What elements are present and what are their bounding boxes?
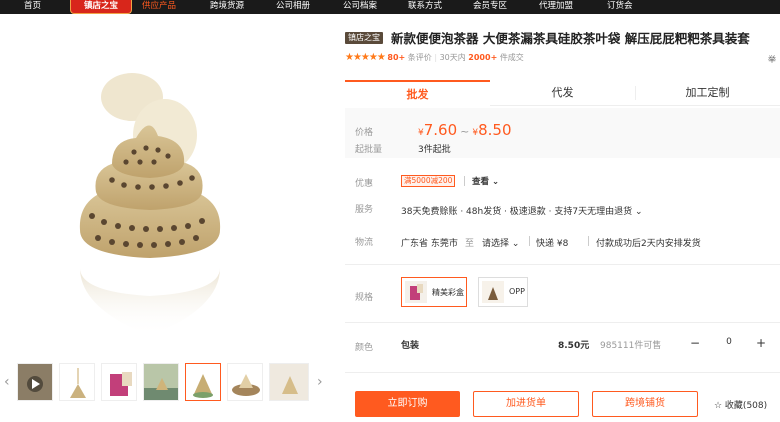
price-max: 8.50 [478, 121, 512, 139]
moq-label: 起批量 [355, 145, 383, 155]
rating-stars-icon: ★★★★★ [345, 52, 386, 63]
logistics-divider-2 [588, 236, 589, 246]
sales-label: 件成交 [499, 53, 524, 62]
price-panel [345, 108, 780, 158]
moq-value: 3件起批 [418, 145, 451, 155]
thumbnail-2[interactable] [59, 363, 95, 401]
product-rating: ★★★★★ 80+ 条评价 | 30天内 2000+ 件成交 [345, 52, 524, 63]
spec-opp-image [482, 281, 504, 303]
nav-member[interactable]: 会员专区 [473, 0, 507, 14]
divider [345, 372, 780, 373]
variant-price: 8.50元 [558, 341, 590, 351]
nav-agency[interactable]: 代理加盟 [539, 0, 573, 14]
logistics-label: 物流 [355, 238, 374, 248]
video-play-icon [18, 364, 52, 400]
cross-border-button[interactable]: 跨境铺货 [592, 391, 698, 417]
logistics-from: 广东省 东莞市 [401, 239, 458, 249]
top-nav: 首页 镇店之宝 供应产品 跨境货源 公司相册 公司档案 联系方式 会员专区 代理… [0, 0, 780, 14]
quantity-increase-button[interactable]: + [754, 336, 768, 350]
thumbnail-6[interactable] [227, 363, 263, 401]
product-title: 新款便便泡茶器 大便茶漏茶具硅胶茶叶袋 解压屁屁粑粑茶具装套 [391, 31, 750, 46]
nav-company-profile[interactable]: 公司档案 [343, 0, 377, 14]
variant-stock: 985111件可售 [600, 341, 662, 351]
spec-gift-box-image [405, 281, 427, 303]
price-min: 7.60 [423, 121, 458, 139]
nav-cross-border[interactable]: 跨境货源 [210, 0, 244, 14]
quantity-decrease-button[interactable]: − [688, 336, 702, 350]
sales-prefix: 30天内 [439, 53, 466, 62]
gallery-next-arrow[interactable]: › [317, 372, 323, 392]
nav-contact[interactable]: 联系方式 [408, 0, 442, 14]
service-label: 服务 [355, 205, 374, 215]
purchase-mode-tabs: 批发 代发 加工定制 [345, 80, 780, 106]
nav-album[interactable]: 公司相册 [276, 0, 310, 14]
tab-dropship[interactable]: 代发 [490, 80, 635, 106]
nav-featured-badge[interactable]: 镇店之宝 [70, 0, 132, 14]
promo-tag: 满5000减200 [401, 175, 456, 187]
buy-now-button[interactable]: 立即订购 [355, 391, 460, 417]
nav-home[interactable]: 首页 [24, 0, 41, 14]
report-link[interactable]: 举 [768, 54, 776, 65]
price-range: ¥7.60 ~ ¥8.50 [418, 121, 512, 139]
quantity-input[interactable]: 0 [718, 337, 740, 347]
sales-count: 2000+ [468, 53, 498, 62]
shop-featured-tag: 镇店之宝 [345, 32, 383, 44]
price-tilde: ~ [460, 125, 470, 138]
reviews-label: 条评价 [407, 53, 432, 62]
promo-label: 优惠 [355, 179, 374, 189]
logistics-divider [529, 236, 530, 246]
spec-label: 规格 [355, 293, 374, 303]
add-to-list-button[interactable]: 加进货单 [473, 391, 579, 417]
gallery-prev-arrow[interactable]: ‹ [4, 372, 10, 392]
tab-custom[interactable]: 加工定制 [635, 80, 780, 106]
variant-name: 包装 [401, 341, 420, 351]
nav-products[interactable]: 供应产品 [142, 0, 176, 14]
spec-option-gift-box[interactable]: 精美彩盒 [401, 277, 467, 307]
logistics-express: 快递 ¥8 [536, 239, 569, 249]
thumbnail-video[interactable] [17, 363, 53, 401]
promo-view-more[interactable]: 查看 ⌄ [472, 175, 499, 187]
thumbnail-4[interactable] [143, 363, 179, 401]
tab-wholesale[interactable]: 批发 [345, 80, 490, 106]
favorite-button[interactable]: ☆ 收藏(508) [714, 398, 767, 411]
divider [345, 264, 780, 265]
divider [345, 322, 780, 323]
logistics-to-label: 至 [465, 239, 475, 249]
spec-option-label: 精美彩盒 [432, 288, 464, 297]
thumbnail-5[interactable] [185, 363, 221, 401]
thumbnail-3[interactable] [101, 363, 137, 401]
nav-order-fair[interactable]: 订货会 [607, 0, 633, 14]
service-text[interactable]: 38天免费赊账 · 48h发货 · 极速退款 · 支持7天无理由退货 ⌄ [401, 204, 643, 217]
promo-divider [464, 176, 465, 186]
spec-option-label: OPP [509, 287, 525, 296]
main-product-image[interactable] [0, 40, 330, 350]
logistics-delivery: 付款成功后2天内安排发货 [596, 239, 701, 249]
spec-option-opp[interactable]: OPP [478, 277, 528, 307]
reviews-count[interactable]: 80+ [387, 53, 405, 62]
thumbnail-7[interactable] [269, 363, 309, 401]
price-label: 价格 [355, 128, 374, 138]
color-label: 颜色 [355, 343, 374, 353]
destination-select[interactable]: 请选择 ⌄ [482, 236, 519, 249]
